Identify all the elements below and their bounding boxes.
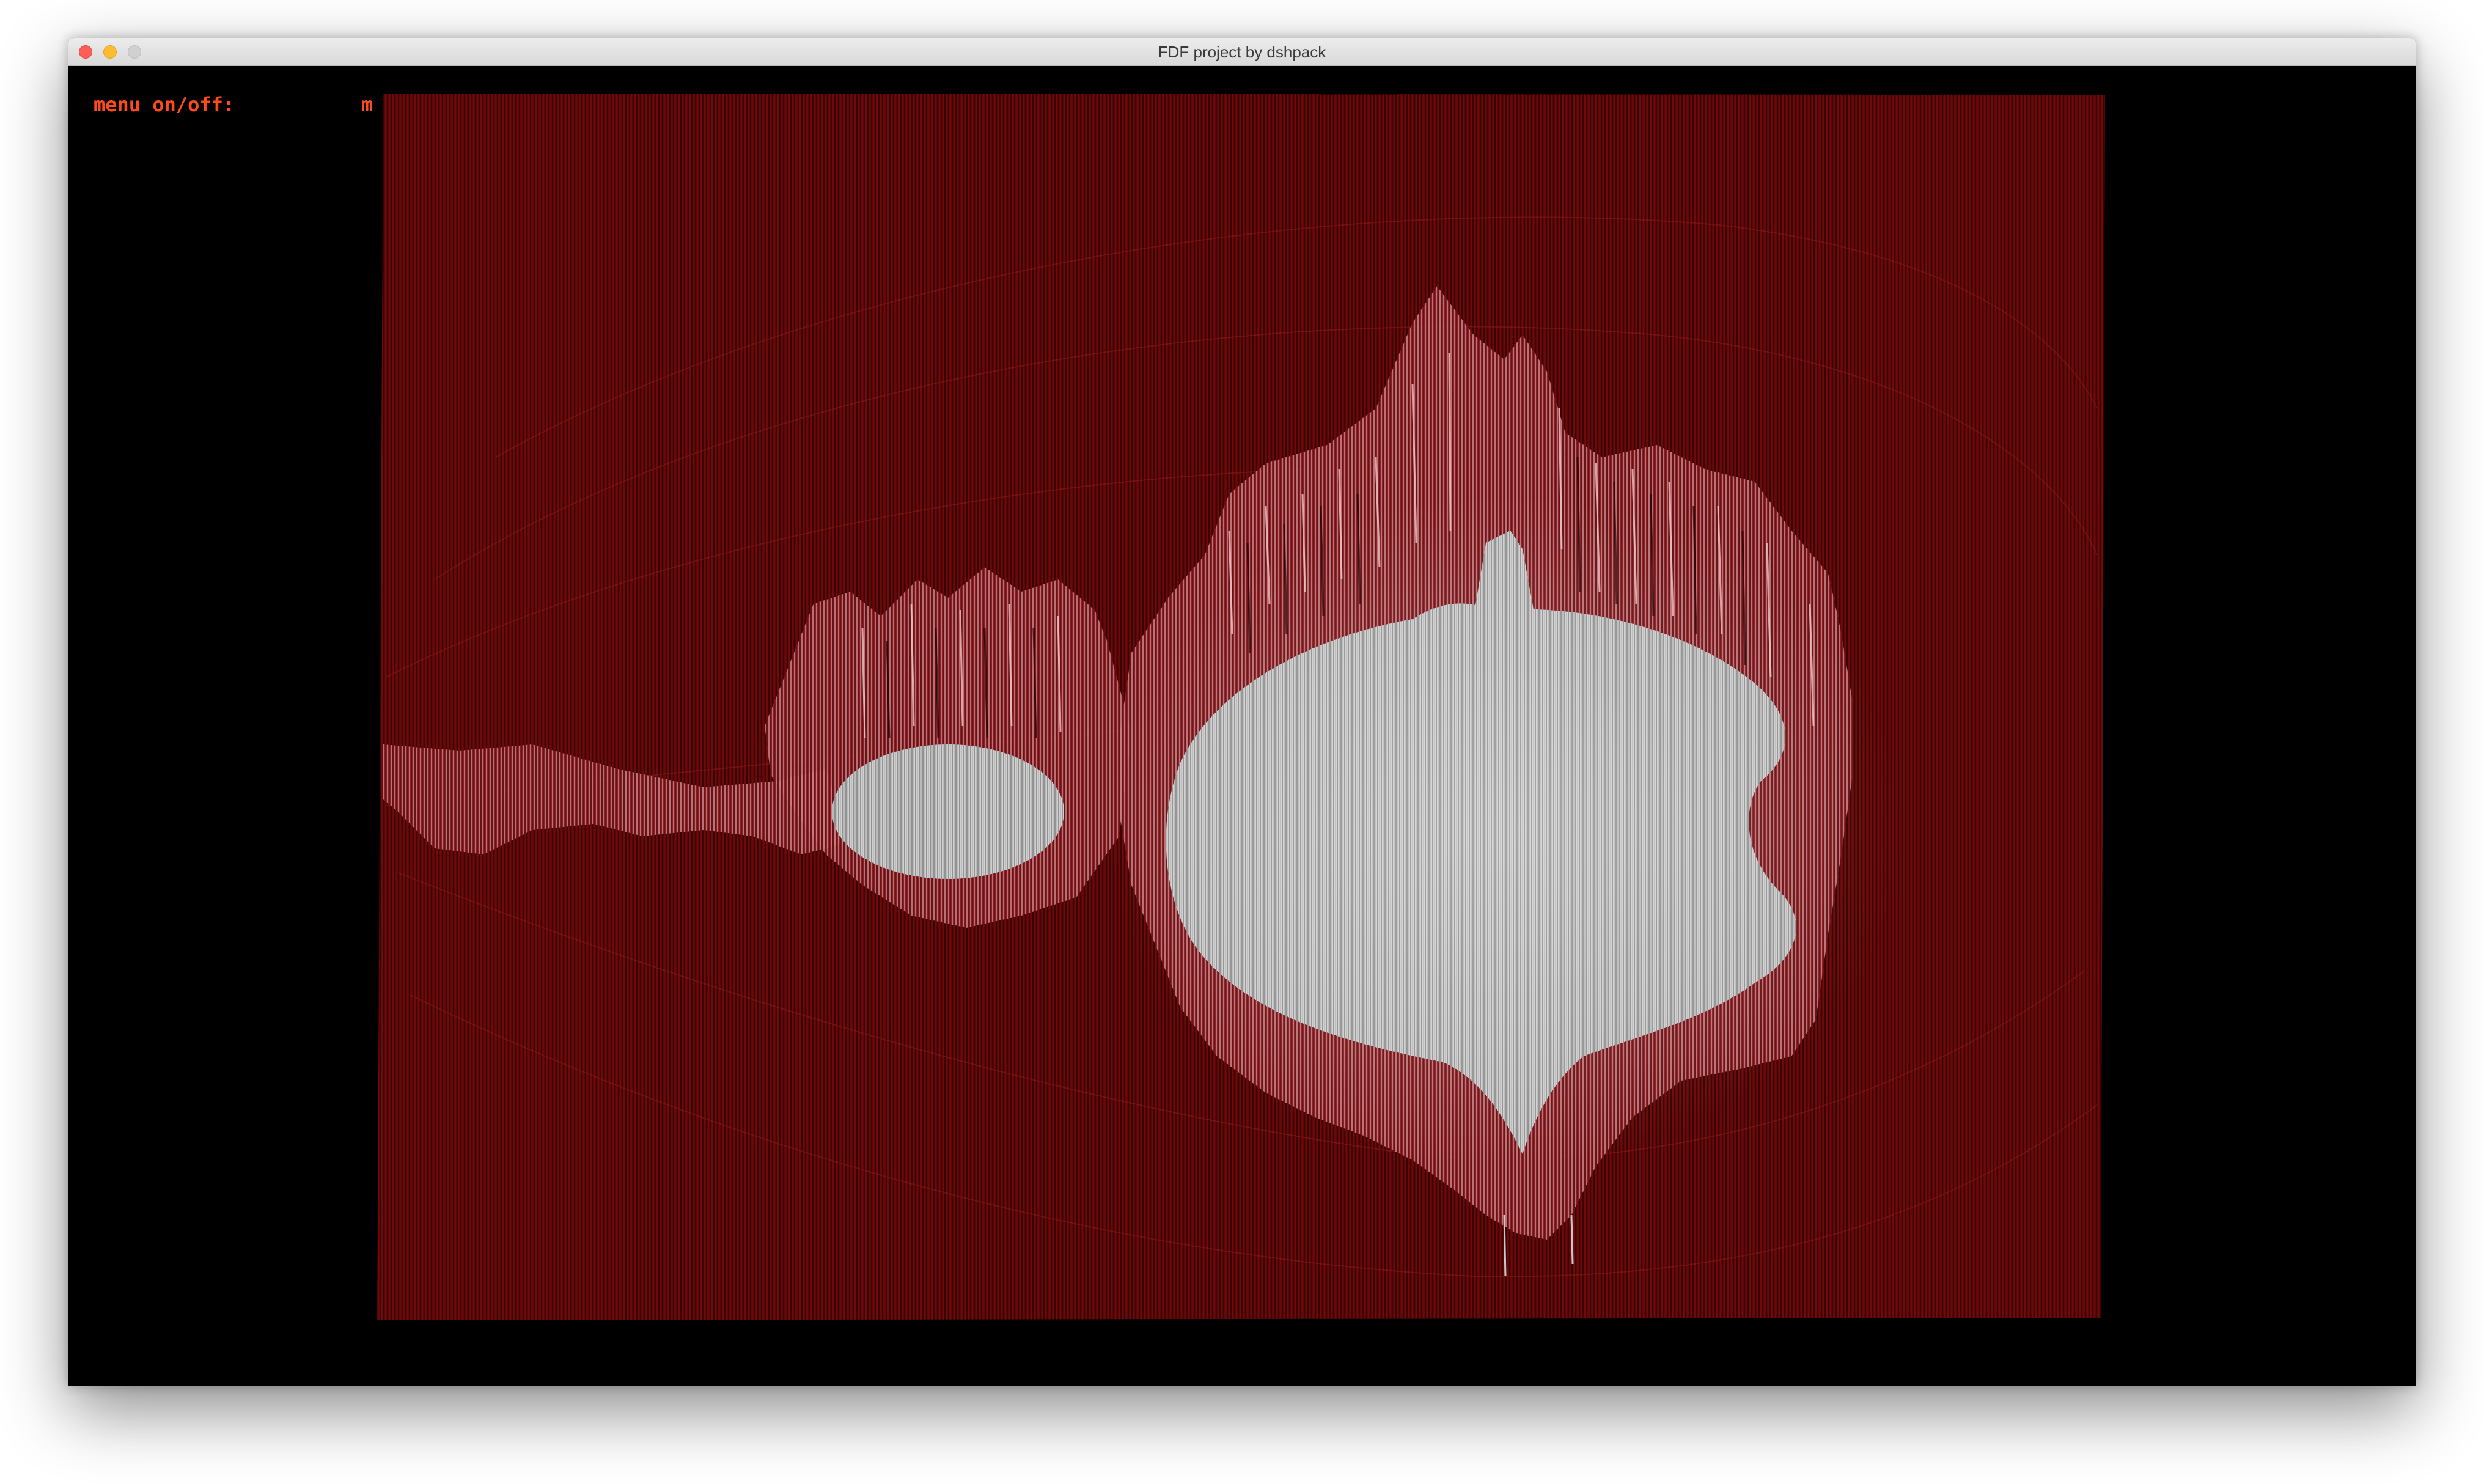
small-bulb: [832, 744, 1064, 879]
menu-toggle-hint: menu on/off: m: [94, 93, 375, 117]
menu-toggle-label: menu on/off:: [94, 93, 235, 116]
app-window: FDF project by dshpack menu on/off: m: [68, 38, 2416, 1386]
highlight-halo: [1107, 494, 1902, 1166]
window-title: FDF project by dshpack: [1158, 43, 1326, 61]
fractal-wireframe-render: [377, 94, 2105, 1320]
render-viewport[interactable]: menu on/off: m: [68, 66, 2416, 1386]
menu-toggle-key: m: [361, 93, 373, 116]
title-bar[interactable]: FDF project by dshpack: [68, 38, 2416, 66]
